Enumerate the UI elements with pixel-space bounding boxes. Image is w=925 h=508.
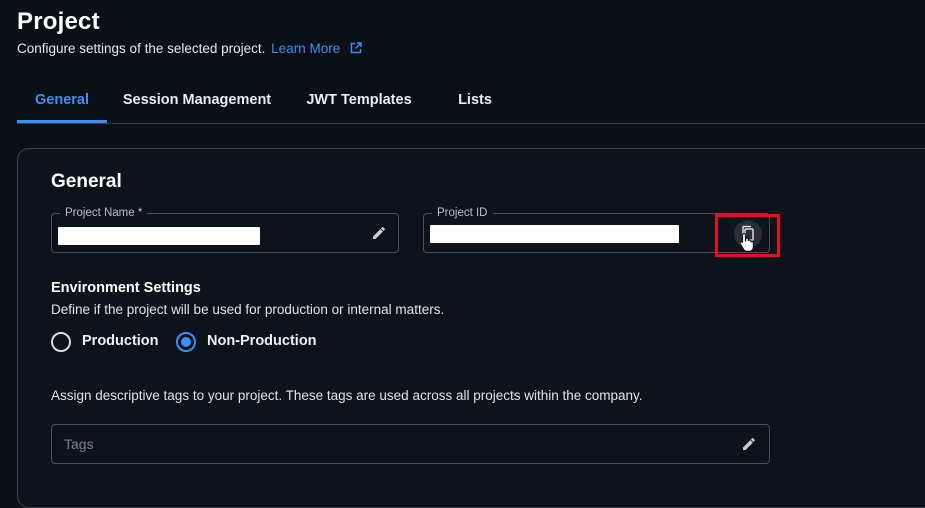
tab-bar: General Session Management JWT Templates… (17, 80, 925, 124)
radio-production-circle[interactable] (51, 332, 71, 352)
radio-production-label[interactable]: Production (82, 333, 159, 349)
radio-non-production-label[interactable]: Non-Production (207, 333, 317, 349)
external-link-icon[interactable] (350, 42, 362, 57)
project-id-label: Project ID (432, 206, 493, 220)
page-subtitle: Configure settings of the selected proje… (17, 41, 362, 57)
card-title: General (51, 171, 122, 192)
tab-session-management[interactable]: Session Management (109, 80, 285, 121)
tags-description: Assign descriptive tags to your project.… (51, 388, 643, 403)
general-settings-card: General Project Name * Project ID Enviro… (17, 148, 925, 508)
subtitle-text: Configure settings of the selected proje… (17, 41, 266, 56)
environment-settings-title: Environment Settings (51, 280, 201, 296)
radio-non-production-circle[interactable] (176, 332, 196, 352)
tab-jwt-templates[interactable]: JWT Templates (287, 80, 431, 121)
project-name-label: Project Name * (60, 206, 148, 220)
highlight-box (715, 214, 780, 257)
radio-non-production[interactable]: Non-Production (176, 332, 336, 354)
tab-lists[interactable]: Lists (437, 80, 513, 121)
radio-production[interactable]: Production (51, 332, 171, 354)
environment-settings-description: Define if the project will be used for p… (51, 302, 445, 317)
tab-general[interactable]: General (17, 80, 107, 123)
pencil-icon[interactable] (370, 224, 388, 242)
tags-input[interactable] (64, 434, 704, 454)
learn-more-link[interactable]: Learn More (271, 41, 340, 56)
project-id-value-redacted (430, 225, 679, 243)
page-title: Project (17, 8, 100, 35)
project-name-field[interactable]: Project Name * (51, 206, 399, 253)
pencil-icon[interactable] (740, 435, 758, 453)
tags-field[interactable] (51, 424, 770, 464)
project-name-value-redacted[interactable] (58, 227, 260, 245)
